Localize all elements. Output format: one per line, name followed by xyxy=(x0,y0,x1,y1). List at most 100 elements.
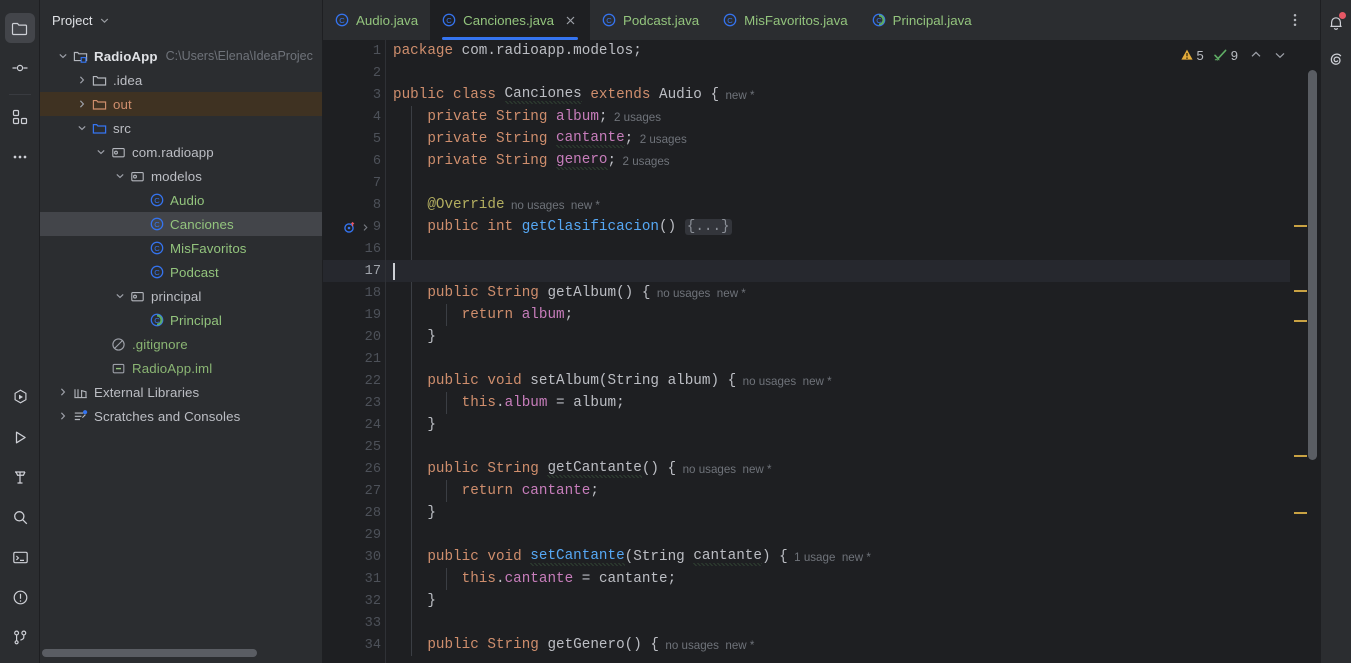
code-text[interactable]: @Override no usages new * xyxy=(385,194,600,216)
run-with-coverage-icon[interactable] xyxy=(5,382,35,412)
tree-node-radioapp[interactable]: RadioApp C:\Users\Elena\IdeaProjec xyxy=(40,44,322,68)
project-panel-header[interactable]: Project xyxy=(40,0,322,40)
code-text[interactable] xyxy=(385,348,413,370)
inlay-hint[interactable]: no usages new * xyxy=(676,463,772,476)
editor-tab-principal-java[interactable]: C Principal.java xyxy=(860,0,984,40)
chevron-right-icon[interactable] xyxy=(56,385,70,399)
code-line[interactable]: 7 xyxy=(323,172,1320,194)
editor-tab-canciones-java[interactable]: C Canciones.java xyxy=(430,0,591,40)
code-line[interactable]: 22 public void setAlbum(String album) { … xyxy=(323,370,1320,392)
error-stripe-warning-mark[interactable] xyxy=(1294,455,1307,457)
tab-list-more-icon[interactable] xyxy=(1284,9,1306,31)
code-line[interactable]: 1 package com.radioapp.modelos; xyxy=(323,40,1320,62)
inlay-hint[interactable]: new * xyxy=(719,89,754,102)
chevron-right-icon[interactable] xyxy=(56,409,70,423)
code-text[interactable]: public String getGenero() { no usages ne… xyxy=(385,634,754,656)
code-text[interactable]: this. album = album; xyxy=(385,392,625,414)
code-text[interactable] xyxy=(385,524,413,546)
code-line[interactable]: 2 xyxy=(323,62,1320,84)
plugins-icon[interactable] xyxy=(5,102,35,132)
tree-node-modelos[interactable]: modelos xyxy=(40,164,322,188)
code-text[interactable]: private String genero; 2 usages xyxy=(385,150,670,172)
fold-expand-icon[interactable] xyxy=(361,223,370,232)
code-text[interactable]: return cantante; xyxy=(385,480,599,502)
code-text[interactable]: package com.radioapp.modelos; xyxy=(385,40,642,62)
chevron-down-icon[interactable] xyxy=(56,49,70,63)
code-text[interactable]: public void setCantante(String cantante)… xyxy=(385,546,871,568)
build-icon[interactable] xyxy=(5,462,35,492)
code-text[interactable]: } xyxy=(385,590,436,612)
code-text[interactable]: } xyxy=(385,414,436,436)
editor-error-stripe[interactable] xyxy=(1290,40,1320,663)
code-line[interactable]: 16 xyxy=(323,238,1320,260)
tree-node-out[interactable]: out xyxy=(40,92,322,116)
code-line[interactable]: 25 xyxy=(323,436,1320,458)
code-lines[interactable]: 1 package com.radioapp.modelos; 2 3 public c… xyxy=(323,40,1320,663)
chevron-down-icon[interactable] xyxy=(113,169,127,183)
inlay-hint[interactable]: no usages new * xyxy=(650,287,746,300)
code-line[interactable]: 18 public String getAlbum() { no usages … xyxy=(323,282,1320,304)
tree-node-podcast[interactable]: C Podcast xyxy=(40,260,322,284)
code-text[interactable] xyxy=(385,238,413,260)
chevron-right-icon[interactable] xyxy=(75,97,89,111)
tree-node-com-radioapp[interactable]: com.radioapp xyxy=(40,140,322,164)
project-tree-hscrollbar[interactable] xyxy=(40,643,322,663)
code-text[interactable]: this. cantante = cantante; xyxy=(385,568,676,590)
next-problem-icon[interactable] xyxy=(1270,45,1290,65)
search-everywhere-icon[interactable] xyxy=(5,502,35,532)
project-icon[interactable] xyxy=(4,13,35,43)
code-text[interactable] xyxy=(385,436,413,458)
code-text[interactable]: return album; xyxy=(385,304,573,326)
code-line[interactable]: 3 public class Canciones extends Audio { … xyxy=(323,84,1320,106)
warning-count-group[interactable]: 5 xyxy=(1180,48,1204,63)
editor-tab-misfavoritos-java[interactable]: C MisFavoritos.java xyxy=(711,0,859,40)
chevron-down-icon[interactable] xyxy=(94,145,108,159)
code-text[interactable]: public void setAlbum(String album) { no … xyxy=(385,370,832,392)
inlay-hint[interactable]: no usages new * xyxy=(736,375,832,388)
version-control-icon[interactable] xyxy=(5,622,35,652)
code-line[interactable]: 21 xyxy=(323,348,1320,370)
error-stripe-warning-mark[interactable] xyxy=(1294,290,1307,292)
override-method-icon[interactable] xyxy=(343,221,356,234)
error-stripe-warning-mark[interactable] xyxy=(1294,225,1307,227)
code-line[interactable]: 34 public String getGenero() { no usages… xyxy=(323,634,1320,656)
tree-node-canciones[interactable]: C Canciones xyxy=(40,212,322,236)
commit-icon[interactable] xyxy=(5,53,35,83)
tree-node-principal[interactable]: principal xyxy=(40,284,322,308)
code-line[interactable]: 5 private String cantante; 2 usages xyxy=(323,128,1320,150)
code-line[interactable]: 6 private String genero; 2 usages xyxy=(323,150,1320,172)
code-line[interactable]: 20 } xyxy=(323,326,1320,348)
more-tool-windows-icon[interactable] xyxy=(5,142,35,172)
code-line[interactable]: 17 xyxy=(323,260,1320,282)
code-text[interactable]: } xyxy=(385,502,436,524)
code-line[interactable]: 32 } xyxy=(323,590,1320,612)
close-icon[interactable] xyxy=(563,13,578,28)
code-text[interactable]: public String getCantante() { no usages … xyxy=(385,458,772,480)
code-line[interactable]: 9 public int getClasificacion() {...} xyxy=(323,216,1320,238)
tree-node-src[interactable]: src xyxy=(40,116,322,140)
code-line[interactable]: 29 xyxy=(323,524,1320,546)
code-text[interactable]: private String album; 2 usages xyxy=(385,106,661,128)
code-line[interactable]: 8 @Override no usages new * xyxy=(323,194,1320,216)
inlay-hint[interactable]: 2 usages xyxy=(616,155,670,168)
ai-assistant-icon[interactable] xyxy=(1322,44,1350,74)
editor-vscrollbar-thumb[interactable] xyxy=(1308,70,1317,460)
editor-tab-podcast-java[interactable]: C Podcast.java xyxy=(590,0,711,40)
tree-node-external-libraries[interactable]: External Libraries xyxy=(40,380,322,404)
inlay-hint[interactable]: no usages new * xyxy=(659,639,754,652)
code-text[interactable]: public String getAlbum() { no usages new… xyxy=(385,282,746,304)
code-line[interactable]: 30 public void setCantante(String cantan… xyxy=(323,546,1320,568)
code-text[interactable] xyxy=(385,260,395,282)
code-line[interactable]: 19 return album; xyxy=(323,304,1320,326)
problems-icon[interactable] xyxy=(5,582,35,612)
code-text[interactable]: public int getClasificacion() {...} xyxy=(385,216,732,238)
chevron-right-icon[interactable] xyxy=(75,73,89,87)
code-line[interactable]: 26 public String getCantante() { no usag… xyxy=(323,458,1320,480)
weak-warning-count-group[interactable]: 9 xyxy=(1213,48,1238,63)
tree-node-principal[interactable]: C Principal xyxy=(40,308,322,332)
code-text[interactable]: private String cantante; 2 usages xyxy=(385,128,687,150)
code-editor[interactable]: 1 package com.radioapp.modelos; 2 3 public c… xyxy=(323,40,1320,663)
project-tree-hscrollbar-thumb[interactable] xyxy=(42,649,257,657)
terminal-icon[interactable] xyxy=(5,542,35,572)
code-line[interactable]: 27 return cantante; xyxy=(323,480,1320,502)
